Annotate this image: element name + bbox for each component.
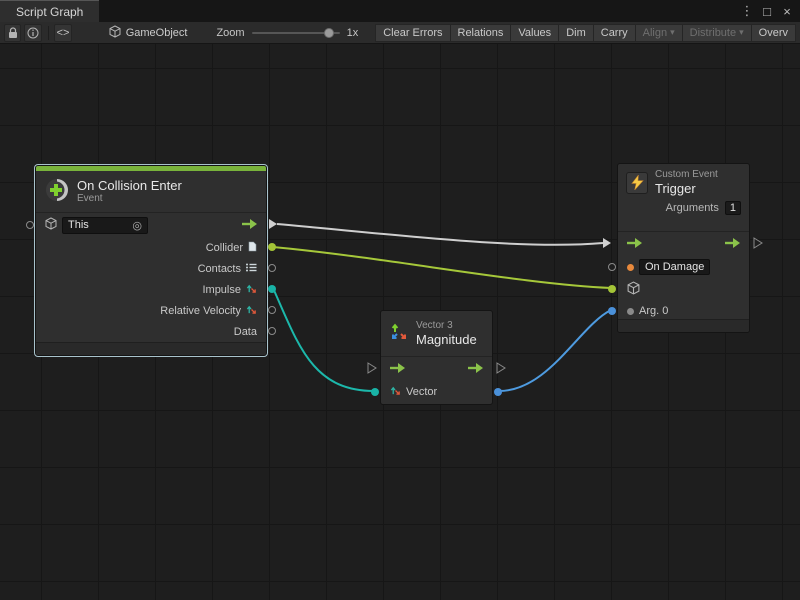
input-row-vector[interactable]: Vector bbox=[381, 381, 492, 402]
target-row[interactable] bbox=[618, 278, 749, 300]
node-header: On Collision Enter Event bbox=[36, 171, 266, 213]
port-target-in[interactable] bbox=[608, 285, 616, 293]
control-input-arrow[interactable] bbox=[627, 238, 642, 251]
node-header: Vector 3 Magnitude bbox=[381, 311, 492, 357]
zoom-slider[interactable] bbox=[252, 27, 340, 39]
port-control-out-triangle[interactable] bbox=[269, 219, 277, 229]
arg0-port-dot[interactable] bbox=[627, 308, 634, 315]
dim-button[interactable]: Dim bbox=[558, 24, 593, 42]
code-view-icon[interactable]: <> bbox=[54, 24, 71, 42]
port-collider-out[interactable] bbox=[268, 243, 276, 251]
close-icon[interactable]: × bbox=[780, 4, 794, 19]
info-icon[interactable] bbox=[24, 24, 41, 42]
target-value: This bbox=[68, 219, 89, 231]
gameobject-label: GameObject bbox=[126, 27, 188, 39]
tab-title: Script Graph bbox=[16, 5, 83, 19]
port-target-in[interactable] bbox=[26, 221, 34, 229]
output-row-contacts[interactable]: Contacts bbox=[36, 258, 266, 279]
graph-toolbar: <> GameObject Zoom 1x Clear Errors Relat… bbox=[0, 22, 800, 44]
gameobject-cube-icon bbox=[45, 217, 57, 233]
output-row-data[interactable]: Data bbox=[36, 321, 266, 342]
carry-button[interactable]: Carry bbox=[593, 24, 635, 42]
toolbar-buttons: Clear Errors Relations Values Dim Carry … bbox=[375, 24, 796, 42]
node-category: Vector 3 bbox=[416, 320, 477, 332]
port-magnitude-control-in[interactable] bbox=[368, 363, 376, 373]
align-button[interactable]: Align▾ bbox=[635, 24, 682, 42]
output-row-impulse[interactable]: Impulse bbox=[36, 279, 266, 300]
node-subtitle: Event bbox=[77, 193, 182, 205]
node-footer bbox=[36, 342, 266, 355]
menu-icon[interactable]: ⋮ bbox=[740, 3, 754, 19]
cube-icon bbox=[109, 25, 121, 41]
lock-icon[interactable] bbox=[4, 24, 21, 42]
node-custom-event-trigger[interactable]: Custom Event Trigger Arguments 1 bbox=[617, 163, 750, 333]
values-button[interactable]: Values bbox=[510, 24, 558, 42]
gameobject-cube-icon bbox=[627, 281, 640, 298]
node-title: On Collision Enter bbox=[77, 178, 182, 193]
port-magnitude-out[interactable] bbox=[494, 388, 502, 396]
port-magnitude-control-out[interactable] bbox=[497, 363, 505, 373]
clear-errors-button[interactable]: Clear Errors bbox=[375, 24, 449, 42]
node-vector3-magnitude[interactable]: Vector 3 Magnitude Vector bbox=[380, 310, 493, 405]
window-controls: ⋮ □ × bbox=[740, 0, 800, 22]
control-output-arrow[interactable] bbox=[468, 363, 483, 376]
arguments-label: Arguments bbox=[666, 202, 719, 214]
wire-impulse-to-vector[interactable] bbox=[273, 288, 374, 391]
output-row-relative-velocity[interactable]: Relative Velocity bbox=[36, 300, 266, 321]
port-vector-in[interactable] bbox=[371, 388, 379, 396]
chevron-down-icon: ▾ bbox=[670, 27, 675, 38]
node-title: Trigger bbox=[655, 181, 718, 196]
list-icon bbox=[246, 263, 257, 275]
port-trigger-control-out[interactable] bbox=[754, 238, 762, 248]
control-output-arrow[interactable] bbox=[242, 219, 257, 232]
wire-control-flow[interactable] bbox=[277, 224, 603, 245]
collider-doc-icon bbox=[248, 241, 257, 255]
vector-icon bbox=[390, 385, 401, 399]
lightning-bolt-icon bbox=[626, 172, 648, 194]
vector-icon bbox=[246, 283, 257, 297]
vector3-icon bbox=[390, 323, 408, 344]
port-data-out[interactable] bbox=[268, 327, 276, 335]
event-icon bbox=[45, 178, 69, 205]
node-footer bbox=[618, 319, 749, 332]
string-port-dot[interactable] bbox=[627, 264, 634, 271]
port-contacts-out[interactable] bbox=[268, 264, 276, 272]
output-row-collider[interactable]: Collider bbox=[36, 237, 266, 258]
node-title: Magnitude bbox=[416, 332, 477, 347]
vector-icon bbox=[246, 304, 257, 318]
relations-button[interactable]: Relations bbox=[450, 24, 511, 42]
arguments-field[interactable]: 1 bbox=[725, 201, 741, 215]
tab-script-graph[interactable]: Script Graph bbox=[0, 0, 99, 22]
target-picker-icon[interactable]: ◎ bbox=[132, 219, 142, 232]
event-name-field[interactable]: On Damage bbox=[639, 259, 710, 275]
tab-bar: Script Graph ⋮ □ × bbox=[0, 0, 800, 22]
event-name-row[interactable]: On Damage bbox=[618, 256, 749, 278]
distribute-button[interactable]: Distribute▾ bbox=[682, 24, 751, 42]
overview-button[interactable]: Overv bbox=[751, 24, 796, 42]
script-graph-window: Script Graph ⋮ □ × <> GameObject Zoom bbox=[0, 0, 800, 600]
gameobject-breadcrumb[interactable]: GameObject bbox=[109, 25, 188, 41]
target-field[interactable]: This ◎ bbox=[62, 217, 148, 234]
toolbar-separator bbox=[48, 26, 49, 40]
zoom-slider-handle[interactable] bbox=[324, 28, 334, 38]
zoom-value: 1x bbox=[347, 27, 359, 39]
node-header: Custom Event Trigger Arguments 1 bbox=[618, 164, 749, 232]
control-input-arrow[interactable] bbox=[390, 363, 405, 376]
control-output-arrow[interactable] bbox=[725, 238, 740, 251]
port-event-name-in[interactable] bbox=[608, 263, 616, 271]
port-relative-velocity-out[interactable] bbox=[268, 306, 276, 314]
port-control-in-triangle[interactable] bbox=[603, 238, 611, 248]
maximize-icon[interactable]: □ bbox=[760, 4, 774, 19]
port-impulse-out[interactable] bbox=[268, 285, 276, 293]
wire-collider-to-target[interactable] bbox=[273, 247, 611, 288]
wire-magnitude-to-arg0[interactable] bbox=[499, 310, 611, 391]
port-arg0-in[interactable] bbox=[608, 307, 616, 315]
chevron-down-icon: ▾ bbox=[739, 27, 744, 38]
node-category: Custom Event bbox=[655, 169, 718, 181]
zoom-label: Zoom bbox=[216, 27, 244, 39]
zoom-control: Zoom 1x bbox=[216, 27, 358, 39]
graph-canvas[interactable]: On Collision Enter Event This ◎ bbox=[0, 44, 800, 600]
node-on-collision-enter[interactable]: On Collision Enter Event This ◎ bbox=[35, 165, 267, 356]
